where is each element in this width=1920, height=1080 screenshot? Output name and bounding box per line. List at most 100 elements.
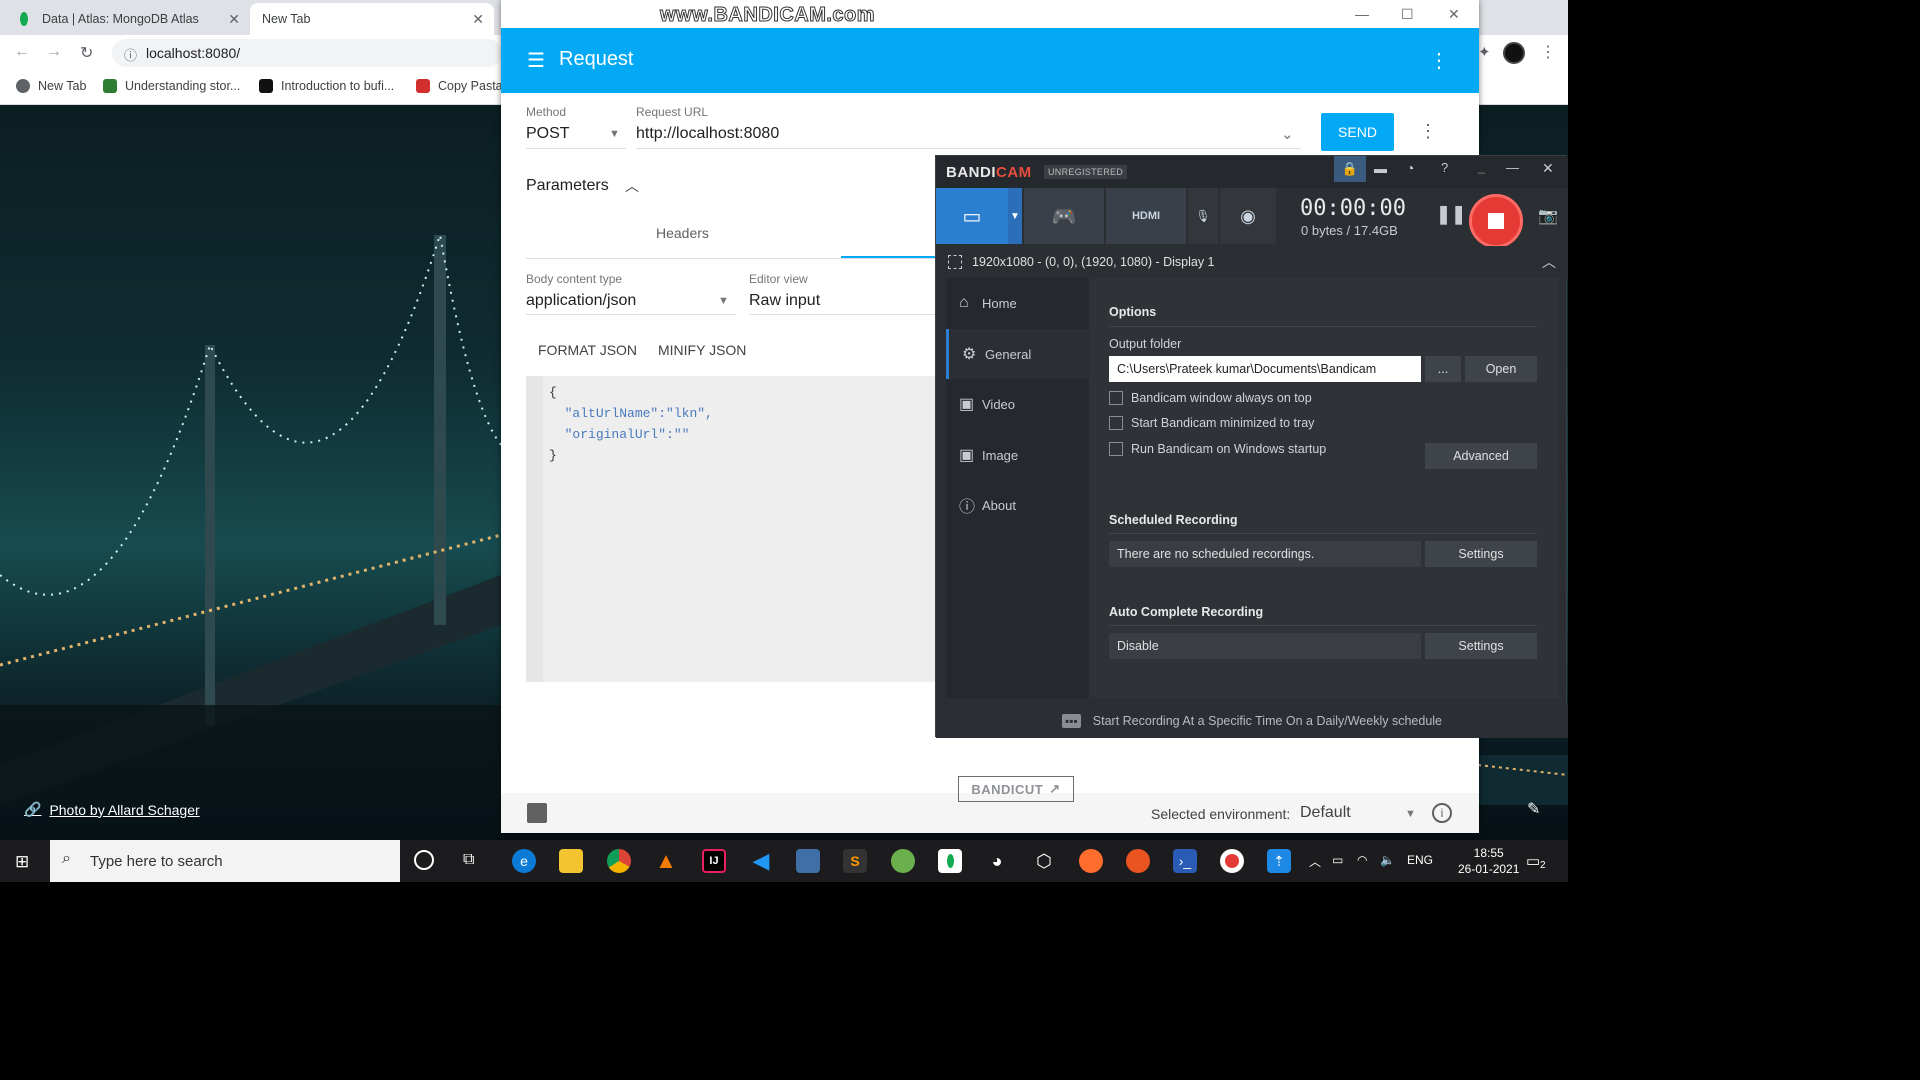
mongodb-compass-icon[interactable] <box>938 849 962 873</box>
postman-icon[interactable] <box>1079 849 1103 873</box>
chevron-up-icon[interactable]: ︿ <box>625 176 639 196</box>
scheduled-settings-button[interactable]: Settings <box>1425 541 1537 567</box>
run-on-startup-checkbox[interactable]: Run Bandicam on Windows startup <box>1109 442 1326 456</box>
tab-headers[interactable]: Headers <box>656 225 709 241</box>
vlc-icon[interactable]: ▲ <box>654 848 678 873</box>
sidebar-item-video[interactable]: ▣ Video <box>946 379 1089 429</box>
audio-toggle[interactable]: 🎙 <box>1188 188 1218 244</box>
chevron-up-icon[interactable]: ︿ <box>1542 252 1556 272</box>
sidebar-item-about[interactable]: ⓘ About <box>946 480 1089 530</box>
notification-icon[interactable]: ▭ <box>1526 852 1540 870</box>
camera-icon[interactable]: 📷 <box>1538 206 1558 226</box>
task-view-icon[interactable]: ⧉ <box>463 851 474 869</box>
clock-icon[interactable]: ◔ <box>1406 160 1414 176</box>
spring-tool-icon[interactable] <box>891 849 915 873</box>
browser-menu-icon[interactable]: ⋮ <box>1540 42 1556 62</box>
method-select[interactable]: POST <box>526 125 570 143</box>
photo-credit-link[interactable]: 🔗 Photo by Allard Schager <box>24 801 200 818</box>
extension-icon[interactable]: ✦ <box>1478 43 1491 61</box>
help-icon[interactable]: ? <box>1441 160 1448 175</box>
bandicam-taskbar-icon[interactable] <box>1220 849 1244 873</box>
chevron-down-icon[interactable]: ▼ <box>718 295 729 307</box>
request-menu-icon[interactable]: ⋮ <box>1419 121 1437 142</box>
virtualbox-icon[interactable]: ⬡ <box>1032 849 1056 873</box>
pause-icon[interactable]: ❚❚ <box>1436 204 1466 225</box>
vscode-icon[interactable]: ◀ <box>749 848 773 873</box>
bookmark-introduction[interactable]: Introduction to bufi... <box>259 79 394 93</box>
lock-icon[interactable]: 🔒 <box>1334 156 1366 182</box>
record-stop-button[interactable] <box>1469 194 1523 248</box>
game-mode-button[interactable]: 🎮 <box>1024 188 1104 244</box>
bookmark-copy-pasta[interactable]: Copy Pasta <box>416 79 503 93</box>
overflow-menu-icon[interactable]: ⋮ <box>1429 48 1449 73</box>
capture-target[interactable]: 1920x1080 - (0, 0), (1920, 1080) - Displ… <box>936 246 1568 278</box>
info-icon[interactable]: i <box>1432 803 1452 823</box>
maximize-icon[interactable]: ☐ <box>1401 6 1414 23</box>
browser-tab-newtab[interactable]: New Tab ✕ <box>250 3 494 35</box>
back-icon[interactable]: ← <box>14 43 30 61</box>
windows-start-icon[interactable]: ⊞ <box>15 852 29 872</box>
auto-complete-settings-button[interactable]: Settings <box>1425 633 1537 659</box>
sidebar-item-home[interactable]: ⌂ Home <box>946 278 1089 328</box>
taskbar-search-box[interactable]: ⌕ Type here to search <box>50 840 400 882</box>
minimize-icon[interactable]: — <box>1355 6 1369 22</box>
close-window-icon[interactable]: ✕ <box>1448 6 1460 23</box>
profile-avatar[interactable] <box>1503 42 1525 64</box>
ubuntu-icon[interactable] <box>1126 849 1150 873</box>
format-json-button[interactable]: FORMAT JSON <box>538 342 637 358</box>
start-minimized-checkbox[interactable]: Start Bandicam minimized to tray <box>1109 416 1314 430</box>
tray-chevron-up-icon[interactable]: ︿ <box>1309 853 1321 870</box>
advanced-button[interactable]: Advanced <box>1425 443 1537 469</box>
chevron-down-icon[interactable]: ⌄ <box>1281 125 1294 143</box>
editor-view-select[interactable]: Raw input <box>749 292 820 310</box>
battery-icon[interactable]: ▭ <box>1332 853 1343 867</box>
webcam-toggle[interactable]: ◉ <box>1220 188 1276 244</box>
always-on-top-checkbox[interactable]: Bandicam window always on top <box>1109 391 1312 405</box>
address-bar[interactable]: ⓘ localhost:8080/ <box>112 39 502 67</box>
browser-tab-atlas[interactable]: Data | Atlas: MongoDB Atlas ✕ <box>8 3 250 35</box>
minimize-icon[interactable]: — <box>1506 160 1519 175</box>
body-editor[interactable]: { "altUrlName":"lkn", "originalUrl":"" } <box>526 376 936 682</box>
screen-mode-dropdown[interactable]: ▼ <box>1008 188 1022 244</box>
minimize-icon[interactable]: _ <box>1478 160 1485 174</box>
chevron-down-icon[interactable]: ▼ <box>1405 808 1416 820</box>
download-manager-icon[interactable]: ⇡ <box>1267 849 1291 873</box>
send-button[interactable]: SEND <box>1321 113 1394 151</box>
bookmark-new-tab[interactable]: New Tab <box>16 79 86 93</box>
minify-json-button[interactable]: MINIFY JSON <box>658 342 746 358</box>
browse-button[interactable]: ... <box>1425 356 1461 382</box>
screen-mode-button[interactable]: ▭ <box>936 188 1008 244</box>
output-folder-input[interactable]: C:\Users\Prateek kumar\Documents\Bandica… <box>1109 356 1421 382</box>
device-mode-button[interactable]: HDMI <box>1106 188 1186 244</box>
open-folder-button[interactable]: Open <box>1465 356 1537 382</box>
close-tab-icon[interactable]: ✕ <box>228 11 240 28</box>
chevron-down-icon[interactable]: ▼ <box>609 128 620 140</box>
environment-select[interactable]: Default <box>1300 804 1351 822</box>
parameters-heading[interactable]: Parameters <box>526 177 609 195</box>
close-window-icon[interactable]: ✕ <box>1542 160 1554 177</box>
sidebar-item-image[interactable]: ▣ Image <box>946 430 1089 480</box>
chrome-icon[interactable] <box>607 849 631 873</box>
sublime-icon[interactable]: S <box>843 849 867 873</box>
app-icon[interactable] <box>796 849 820 873</box>
close-tab-icon[interactable]: ✕ <box>472 11 484 28</box>
hamburger-menu-icon[interactable]: ☰ <box>527 48 545 73</box>
bandicam-tip-bar[interactable]: ▪▪▪ Start Recording At a Specific Time O… <box>936 704 1568 738</box>
folder-icon[interactable]: ▬ <box>1374 161 1387 176</box>
customize-pencil-icon[interactable]: ✎ <box>1527 799 1540 819</box>
body-content-type-select[interactable]: application/json <box>526 292 636 310</box>
request-url-input[interactable]: http://localhost:8080 <box>636 125 779 143</box>
forward-icon[interactable]: → <box>46 43 62 61</box>
file-explorer-icon[interactable] <box>559 849 583 873</box>
bookmark-understanding[interactable]: Understanding stor... <box>103 79 240 93</box>
sidebar-item-general[interactable]: ⚙ General <box>946 329 1089 379</box>
bandicut-button[interactable]: BANDICUT ↗ <box>958 776 1074 802</box>
edge-icon[interactable]: e <box>512 849 536 873</box>
save-icon[interactable] <box>527 803 547 823</box>
volume-icon[interactable]: 🔈 <box>1380 853 1395 867</box>
wifi-icon[interactable]: ◠ <box>1357 853 1367 867</box>
intellij-icon[interactable]: IJ <box>702 849 726 873</box>
powershell-icon[interactable]: ›_ <box>1173 849 1197 873</box>
cortana-icon[interactable] <box>414 850 434 870</box>
reload-icon[interactable]: ↻ <box>80 43 93 63</box>
